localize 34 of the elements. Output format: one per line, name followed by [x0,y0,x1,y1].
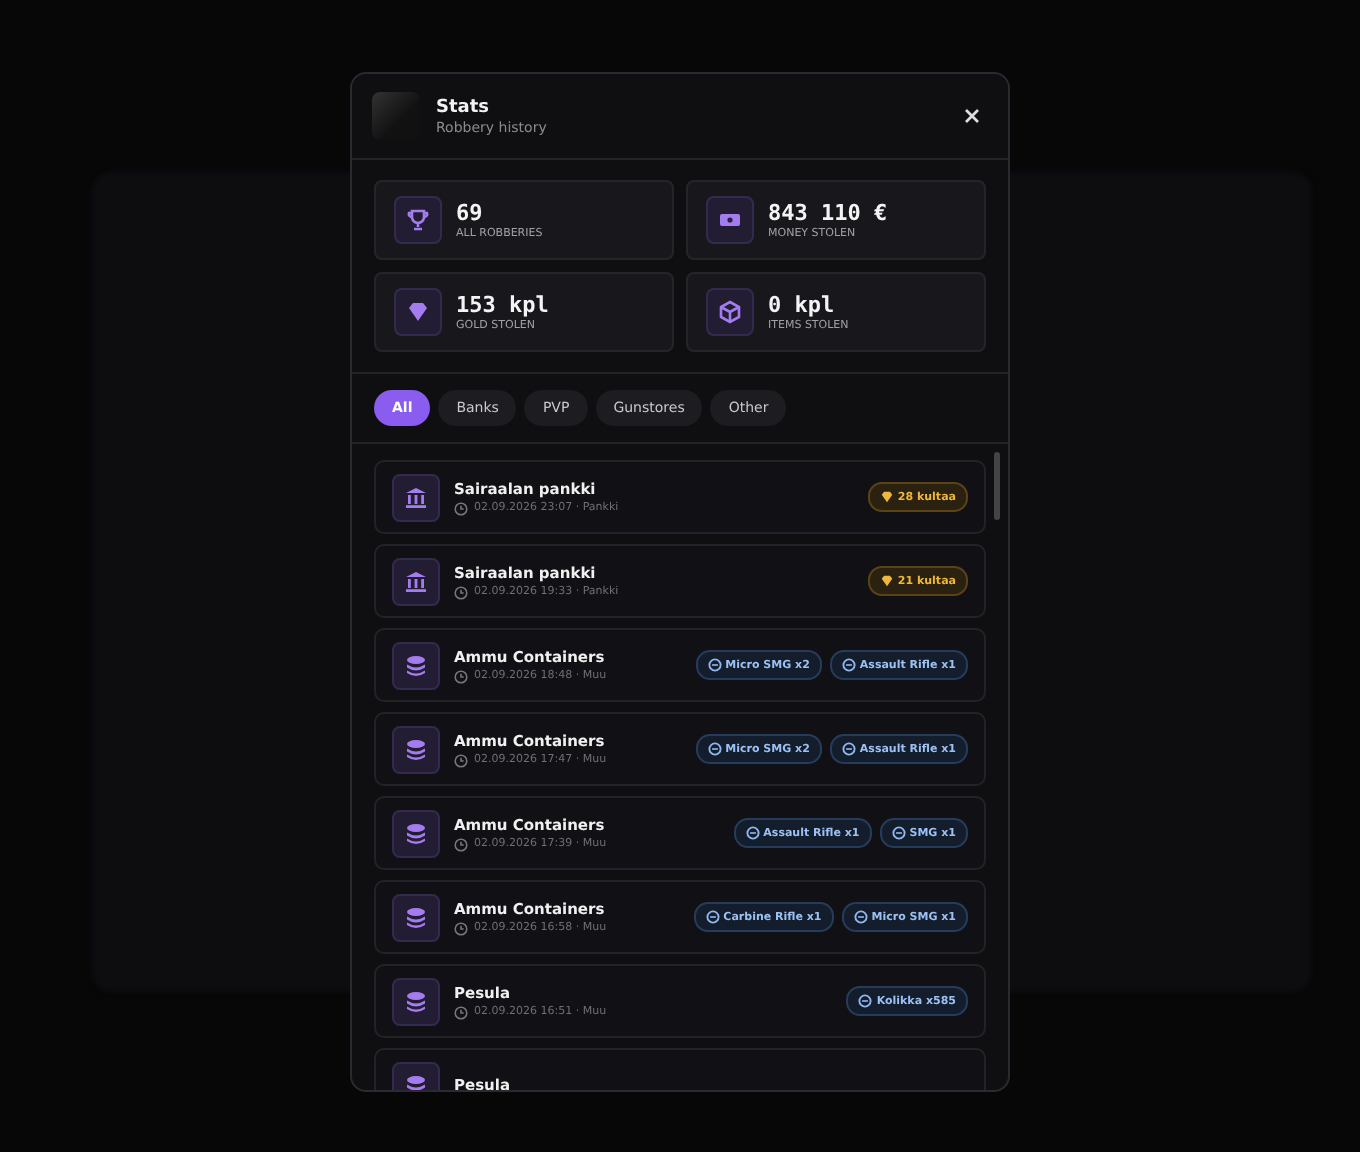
close-icon [964,108,980,124]
stack-icon [392,893,440,941]
bank-icon [392,473,440,521]
clock-icon [454,585,468,599]
clock-icon [454,669,468,683]
clock-icon [454,501,468,515]
stack-icon [392,809,440,857]
bank-icon [392,557,440,605]
stat-value: 153 kpl [456,292,549,318]
diamond-icon [879,490,894,504]
item-icon [841,742,856,756]
clock-icon [454,1005,468,1019]
item-icon [858,994,873,1008]
trophy-icon [394,196,442,244]
clock-icon [454,837,468,851]
clock-icon [454,921,468,935]
stack-icon [392,977,440,1025]
stack-icon [392,641,440,689]
item-icon [745,826,760,840]
item-icon [707,742,722,756]
cube-icon [706,288,754,336]
item-icon [853,910,868,924]
diamond-icon [879,574,894,588]
stack-icon [392,725,440,773]
modal-title: Stats [436,97,492,117]
item-icon [891,826,906,840]
item-icon [707,658,722,672]
clock-icon [454,753,468,767]
stat-value: 843 110 € [768,200,888,226]
stat-value: 69 [456,200,485,226]
item-icon [841,658,856,672]
stat-value: 0 kpl [768,292,837,318]
banknote-icon [706,196,754,244]
item-icon [705,910,720,924]
